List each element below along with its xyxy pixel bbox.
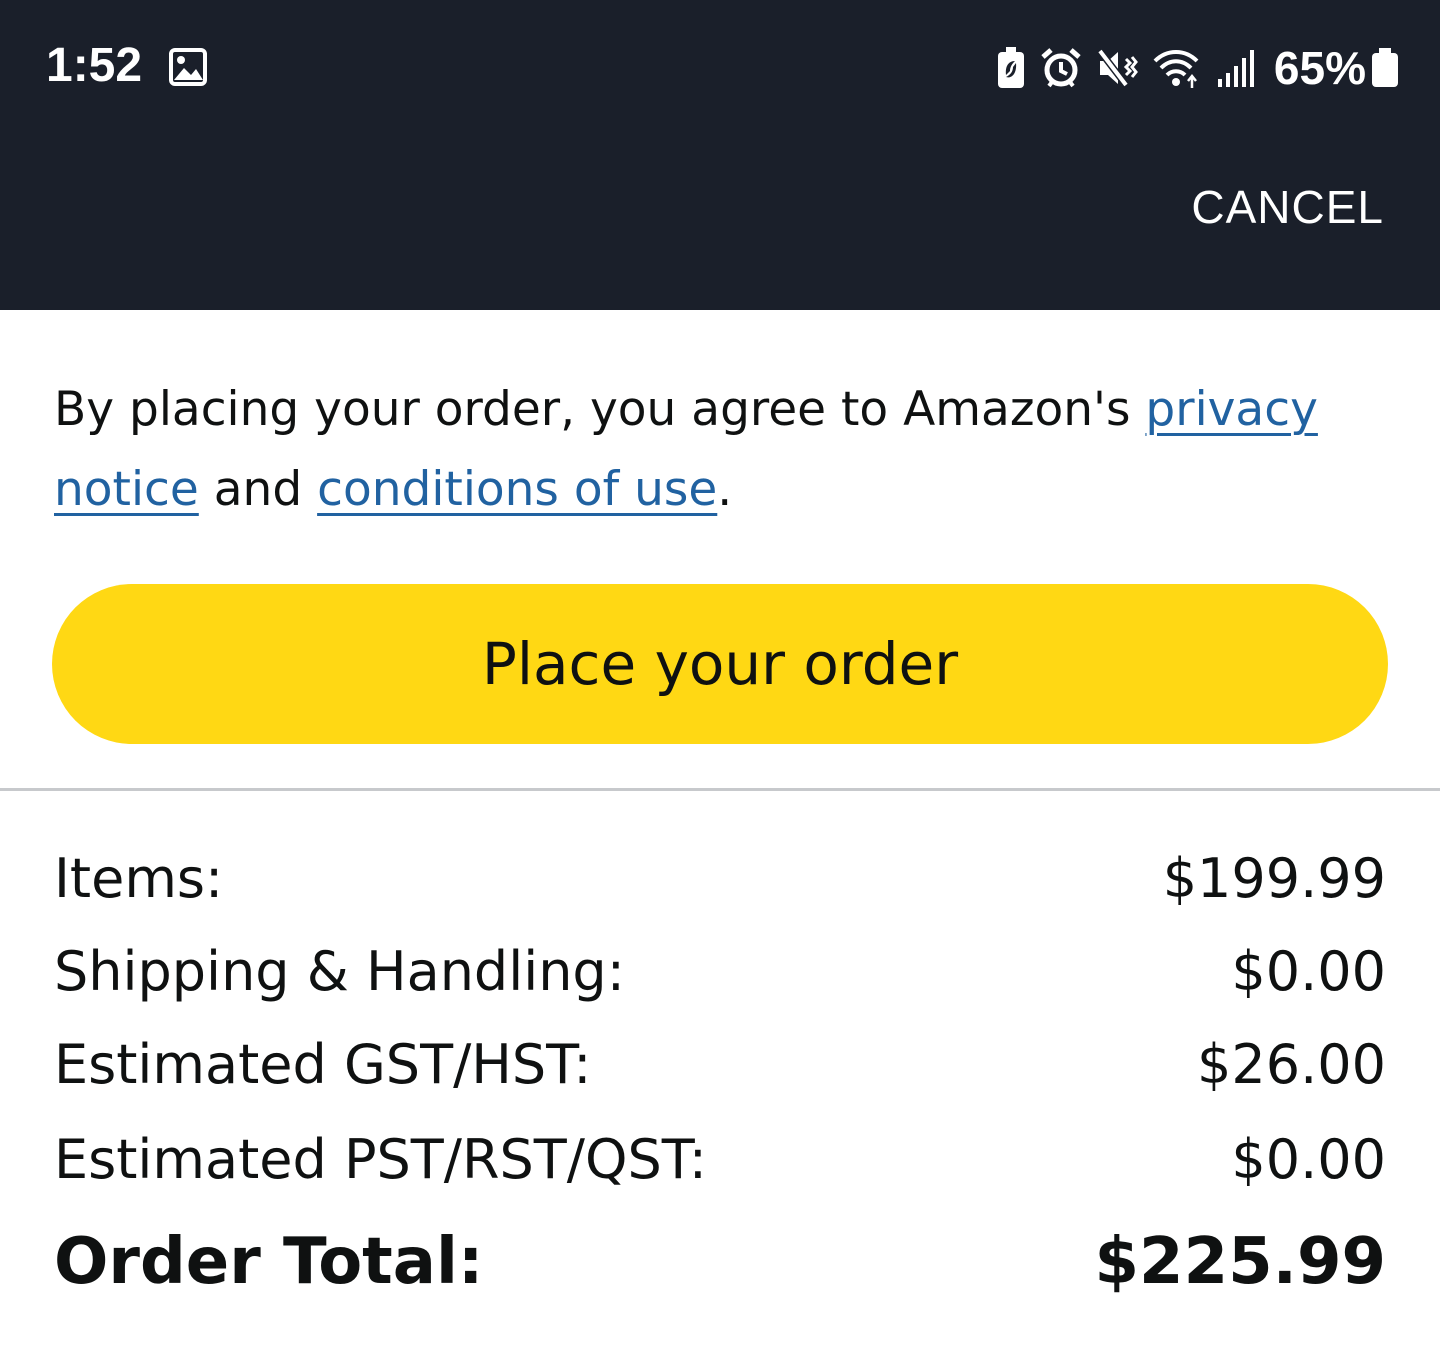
gallery-icon [169, 48, 207, 86]
cancel-button[interactable]: CANCEL [1191, 180, 1384, 234]
status-time: 1:52 [46, 39, 143, 92]
pst-label: Estimated PST/RST/QST: [54, 1127, 707, 1191]
gst-label: Estimated GST/HST: [54, 1032, 592, 1096]
summary-row-shipping: Shipping & Handling: $0.00 [54, 931, 1386, 1011]
battery-saver-icon [997, 47, 1024, 88]
conditions-of-use-link[interactable]: conditions of use [317, 462, 717, 517]
summary-row-pst: Estimated PST/RST/QST: $0.00 [54, 1119, 1386, 1199]
wifi-icon [1153, 50, 1199, 88]
agreement-middle: and [198, 462, 318, 517]
shipping-label: Shipping & Handling: [54, 939, 625, 1003]
battery-percent: 65% [1273, 42, 1366, 94]
order-total-value: $225.99 [1094, 1225, 1387, 1299]
signal-icon [1217, 50, 1254, 87]
items-value: $199.99 [1162, 846, 1386, 910]
agreement-prefix: By placing your order, you agree to Amaz… [54, 382, 1146, 437]
summary-row-gst: Estimated GST/HST: $26.00 [54, 1024, 1386, 1104]
order-total-label: Order Total: [54, 1225, 484, 1299]
alarm-icon [1041, 48, 1081, 88]
summary-row-items: Items: $199.99 [54, 838, 1386, 918]
agreement-text: By placing your order, you agree to Amaz… [54, 370, 1394, 530]
agreement-suffix: . [717, 462, 733, 517]
status-icons: 65% [982, 38, 1400, 98]
pst-value: $0.00 [1231, 1127, 1386, 1191]
status-bar: 1:52 65% [0, 0, 1440, 130]
shipping-value: $0.00 [1231, 939, 1386, 1003]
header-bar: CANCEL [0, 130, 1440, 310]
battery-icon [1372, 48, 1398, 87]
items-label: Items: [54, 846, 224, 910]
summary-row-total: Order Total: $225.99 [54, 1214, 1386, 1310]
place-order-button[interactable]: Place your order [52, 584, 1388, 744]
mute-icon [1097, 48, 1138, 88]
section-divider [0, 788, 1440, 791]
gst-value: $26.00 [1197, 1032, 1386, 1096]
